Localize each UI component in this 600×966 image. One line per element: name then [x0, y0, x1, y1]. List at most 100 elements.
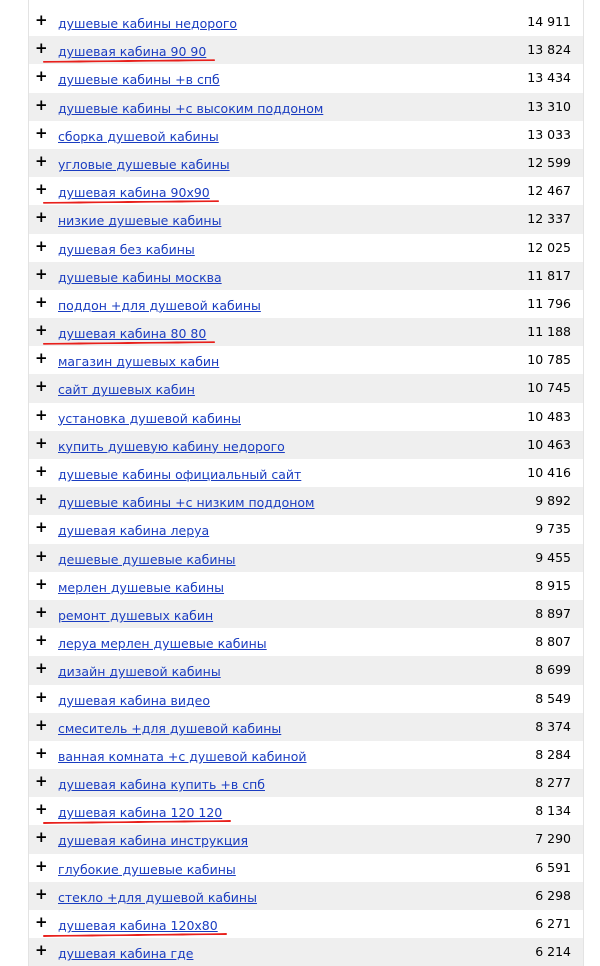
- impressions-count: 13 434: [527, 70, 571, 86]
- keyword-link[interactable]: смеситель +для душевой кабины: [58, 721, 281, 736]
- impressions-count: 11 796: [527, 295, 571, 311]
- plus-icon[interactable]: +: [35, 294, 48, 309]
- impressions-count: 11 188: [527, 324, 571, 340]
- keyword-link[interactable]: душевая кабина 80 80: [58, 326, 206, 341]
- highlight-underline: [42, 200, 220, 205]
- plus-icon[interactable]: +: [35, 210, 48, 225]
- impressions-count: 11 817: [527, 267, 571, 283]
- plus-icon[interactable]: +: [35, 886, 48, 901]
- keyword-link[interactable]: ванная комната +с душевой кабиной: [58, 749, 307, 764]
- list-item: + душевая кабина купить +в спб 8 277: [29, 769, 583, 798]
- keyword-link[interactable]: душевая кабина купить +в спб: [58, 777, 265, 792]
- plus-icon[interactable]: +: [35, 520, 48, 535]
- highlight-underline: [42, 341, 216, 345]
- plus-icon[interactable]: +: [35, 717, 48, 732]
- plus-icon[interactable]: +: [35, 351, 48, 366]
- list-item: + душевая кабина где 6 214: [29, 938, 583, 966]
- list-item: + дизайн душевой кабины 8 699: [29, 656, 583, 685]
- impressions-count: 12 467: [527, 183, 571, 199]
- list-item: + душевая кабина 90х90 12 467: [29, 177, 583, 205]
- keyword-link[interactable]: душевая кабина леруа: [58, 523, 209, 538]
- plus-icon[interactable]: +: [35, 97, 48, 112]
- plus-icon[interactable]: +: [35, 943, 48, 958]
- plus-icon[interactable]: +: [35, 915, 48, 930]
- plus-icon[interactable]: +: [35, 689, 48, 704]
- list-item: + купить душевую кабину недорого 10 463: [29, 430, 583, 459]
- plus-icon[interactable]: +: [35, 182, 48, 197]
- plus-icon[interactable]: +: [35, 41, 48, 56]
- keyword-link[interactable]: купить душевую кабину недорого: [58, 439, 285, 454]
- plus-icon[interactable]: +: [35, 858, 48, 873]
- plus-icon[interactable]: +: [35, 69, 48, 84]
- plus-icon[interactable]: +: [35, 125, 48, 140]
- keyword-link[interactable]: глубокие душевые кабины: [58, 862, 236, 877]
- impressions-count: 8 807: [535, 634, 571, 650]
- keyword-link[interactable]: поддон +для душевой кабины: [58, 298, 261, 313]
- keyword-link[interactable]: душевые кабины +в спб: [58, 72, 220, 87]
- keyword-link[interactable]: душевая без кабины: [58, 242, 195, 257]
- impressions-count: 12 599: [527, 154, 571, 170]
- keyword-link[interactable]: душевые кабины москва: [58, 270, 222, 285]
- plus-icon[interactable]: +: [35, 238, 48, 253]
- impressions-count: 13 033: [527, 126, 571, 142]
- keyword-link[interactable]: душевые кабины недорого: [58, 16, 237, 31]
- plus-icon[interactable]: +: [35, 13, 48, 28]
- list-item: + сборка душевой кабины 13 033: [29, 121, 583, 149]
- plus-icon[interactable]: +: [35, 492, 48, 507]
- plus-icon[interactable]: +: [35, 576, 48, 591]
- keyword-link[interactable]: магазин душевых кабин: [58, 354, 219, 369]
- keyword-link[interactable]: низкие душевые кабины: [58, 213, 221, 228]
- keyword-link[interactable]: душевая кабина 120 120: [58, 805, 222, 820]
- impressions-count: 10 483: [527, 408, 571, 424]
- impressions-count: 8 374: [535, 718, 571, 734]
- keyword-link[interactable]: установка душевой кабины: [58, 411, 241, 426]
- plus-icon[interactable]: +: [35, 323, 48, 338]
- list-item: + душевые кабины недорого 14 911: [29, 8, 583, 36]
- plus-icon[interactable]: +: [35, 266, 48, 281]
- list-item: + душевые кабины +в спб 13 434: [29, 64, 583, 92]
- list-item: + душевые кабины +с высоким поддоном 13 …: [29, 92, 583, 121]
- plus-icon[interactable]: +: [35, 830, 48, 845]
- keyword-link[interactable]: угловые душевые кабины: [58, 157, 230, 172]
- plus-icon[interactable]: +: [35, 153, 48, 168]
- plus-icon[interactable]: +: [35, 604, 48, 619]
- plus-icon[interactable]: +: [35, 407, 48, 422]
- list-item: + душевые кабины официальный сайт 10 416: [29, 459, 583, 487]
- plus-icon[interactable]: +: [35, 774, 48, 789]
- keyword-link[interactable]: дешевые душевые кабины: [58, 552, 236, 567]
- list-item: + душевая кабина 90 90 13 824: [29, 36, 583, 65]
- list-item: + ванная комната +с душевой кабиной 8 28…: [29, 741, 583, 769]
- keyword-link[interactable]: душевые кабины +с низким поддоном: [58, 495, 314, 510]
- keyword-link[interactable]: сайт душевых кабин: [58, 382, 195, 397]
- list-item: + леруа мерлен душевые кабины 8 807: [29, 628, 583, 656]
- keyword-link[interactable]: ремонт душевых кабин: [58, 608, 213, 623]
- keyword-link[interactable]: душевая кабина видео: [58, 693, 210, 708]
- list-item: + смеситель +для душевой кабины 8 374: [29, 712, 583, 741]
- keyword-link[interactable]: душевая кабина где: [58, 946, 193, 961]
- keyword-link[interactable]: душевая кабина 90 90: [58, 44, 206, 59]
- keyword-link[interactable]: душевые кабины +с высоким поддоном: [58, 101, 323, 116]
- list-item: + душевая кабина 80 80 11 188: [29, 318, 583, 347]
- keyword-link[interactable]: стекло +для душевой кабины: [58, 890, 257, 905]
- list-item: + угловые душевые кабины 12 599: [29, 148, 583, 178]
- list-item: + душевая без кабины 12 025: [29, 234, 583, 262]
- plus-icon[interactable]: +: [35, 633, 48, 648]
- keyword-link[interactable]: сборка душевой кабины: [58, 129, 219, 144]
- plus-icon[interactable]: +: [35, 379, 48, 394]
- plus-icon[interactable]: +: [35, 661, 48, 676]
- keyword-link[interactable]: мерлен душевые кабины: [58, 580, 224, 595]
- keyword-link[interactable]: леруа мерлен душевые кабины: [58, 636, 267, 651]
- keyword-link[interactable]: душевая кабина 120х80: [58, 918, 218, 933]
- plus-icon[interactable]: +: [35, 464, 48, 479]
- impressions-count: 13 310: [527, 98, 571, 114]
- plus-icon[interactable]: +: [35, 802, 48, 817]
- plus-icon[interactable]: +: [35, 548, 48, 563]
- plus-icon[interactable]: +: [35, 435, 48, 450]
- keyword-link[interactable]: дизайн душевой кабины: [58, 664, 221, 679]
- impressions-count: 9 892: [535, 493, 571, 509]
- impressions-count: 7 290: [535, 831, 571, 847]
- plus-icon[interactable]: +: [35, 745, 48, 760]
- keyword-link[interactable]: душевые кабины официальный сайт: [58, 467, 301, 482]
- keyword-link[interactable]: душевая кабина инструкция: [58, 833, 248, 848]
- keyword-link[interactable]: душевая кабина 90х90: [58, 185, 210, 200]
